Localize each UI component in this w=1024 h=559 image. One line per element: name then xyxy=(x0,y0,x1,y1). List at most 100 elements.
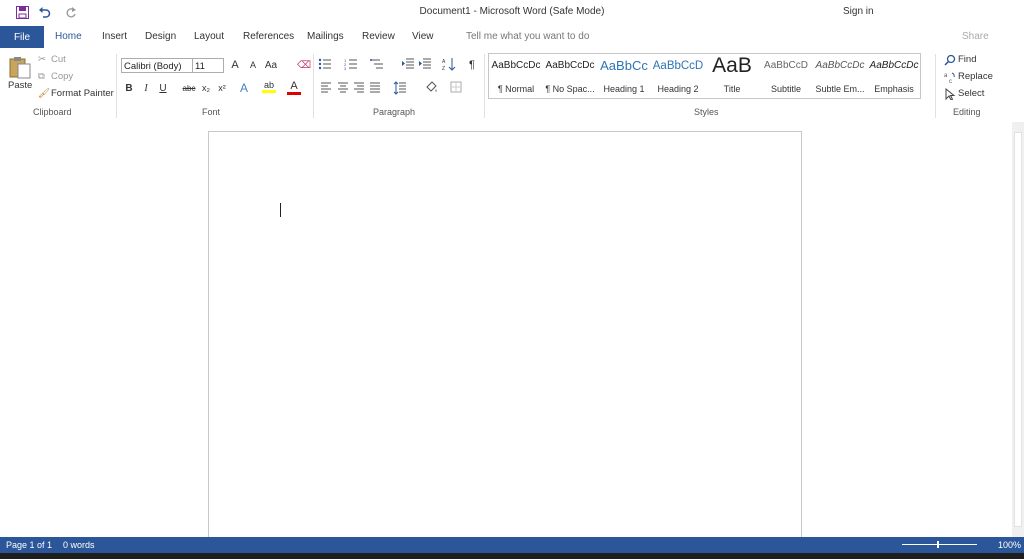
numbering-icon[interactable]: 123 xyxy=(344,57,360,73)
svg-text:c: c xyxy=(949,79,952,83)
format-painter-button[interactable]: Format Painter xyxy=(51,88,114,99)
style-subtitle[interactable]: AaBbCcD Subtitle xyxy=(759,54,813,98)
text-effects-button[interactable]: A xyxy=(237,81,251,95)
find-button[interactable]: Find xyxy=(958,54,976,65)
tell-me-search[interactable]: Tell me what you want to do xyxy=(466,31,589,42)
shading-icon[interactable] xyxy=(424,81,438,95)
tab-mailings[interactable]: Mailings xyxy=(307,31,344,42)
zoom-slider-thumb[interactable] xyxy=(937,541,939,548)
style-sample: AaBbCcD xyxy=(764,60,808,71)
italic-button[interactable]: I xyxy=(139,81,153,95)
tab-references[interactable]: References xyxy=(243,31,294,42)
superscript-button[interactable]: x² xyxy=(215,81,229,95)
cut-button[interactable]: Cut xyxy=(51,54,66,65)
svg-text:3: 3 xyxy=(344,66,347,71)
change-case-button[interactable]: Aa xyxy=(264,58,278,72)
style-sample: AaBbCcDc xyxy=(815,60,865,71)
find-icon[interactable] xyxy=(944,54,956,66)
tab-design[interactable]: Design xyxy=(145,31,176,42)
word-count[interactable]: 0 words xyxy=(63,540,95,550)
paragraph-group-label: Paragraph xyxy=(373,107,416,117)
font-group-label: Font xyxy=(202,107,221,117)
tab-review[interactable]: Review xyxy=(362,31,395,42)
share-button[interactable]: Share xyxy=(962,31,989,42)
sort-icon[interactable]: AZ xyxy=(442,57,458,73)
decrease-indent-icon[interactable] xyxy=(401,57,417,73)
grow-font-button[interactable]: A xyxy=(228,58,242,72)
highlight-button[interactable]: ab xyxy=(262,80,276,96)
svg-text:a: a xyxy=(944,73,948,79)
select-cursor-icon[interactable] xyxy=(944,87,956,101)
tab-home[interactable]: Home xyxy=(55,31,82,42)
style-sample: AaBbCcD xyxy=(652,60,704,72)
style-sample: AaB xyxy=(712,54,752,77)
taskbar xyxy=(0,553,1024,559)
editing-group-label: Editing xyxy=(953,107,981,117)
document-page[interactable] xyxy=(208,131,802,551)
style-heading-1[interactable]: AaBbCc Heading 1 xyxy=(597,54,651,98)
paste-button[interactable]: Paste xyxy=(8,80,32,91)
show-formatting-button[interactable]: ¶ xyxy=(465,58,479,72)
font-size-field[interactable]: 11 xyxy=(192,58,224,73)
align-left-icon[interactable] xyxy=(320,81,334,95)
svg-text:A: A xyxy=(442,59,446,65)
style-name: Title xyxy=(723,84,741,94)
tab-view[interactable]: View xyxy=(412,31,434,42)
separator xyxy=(935,54,936,118)
font-color-button[interactable]: A xyxy=(287,80,301,96)
style-name: ¶ Normal xyxy=(497,84,535,94)
scrollbar-thumb[interactable] xyxy=(1014,132,1022,527)
clear-formatting-icon[interactable]: ⌫ xyxy=(297,58,311,72)
style-title[interactable]: AaB Title xyxy=(705,54,759,98)
separator xyxy=(484,54,485,118)
borders-icon[interactable] xyxy=(450,81,464,95)
style-heading-2[interactable]: AaBbCcD Heading 2 xyxy=(651,54,705,98)
style-name: Heading 2 xyxy=(657,84,699,94)
align-right-icon[interactable] xyxy=(353,81,367,95)
zoom-level[interactable]: 100% xyxy=(998,540,1021,550)
font-name-field[interactable]: Calibri (Body) xyxy=(121,58,193,73)
separator xyxy=(313,54,314,118)
font-color-bar xyxy=(287,92,301,95)
format-painter-icon[interactable]: 🖌 xyxy=(38,88,50,99)
copy-button[interactable]: Copy xyxy=(51,71,73,82)
tab-file[interactable]: File xyxy=(0,26,44,48)
underline-button[interactable]: U xyxy=(156,81,170,95)
strikethrough-button[interactable]: abc xyxy=(180,81,198,95)
multilevel-list-icon[interactable] xyxy=(370,57,386,73)
bullets-icon[interactable] xyxy=(318,57,334,73)
style-name: ¶ No Spac... xyxy=(545,84,595,94)
subscript-button[interactable]: x₂ xyxy=(199,81,213,95)
tab-insert[interactable]: Insert xyxy=(102,31,127,42)
justify-icon[interactable] xyxy=(369,81,383,95)
bold-button[interactable]: B xyxy=(122,81,136,95)
line-spacing-icon[interactable] xyxy=(393,81,407,95)
cut-icon[interactable]: ✂ xyxy=(38,54,46,65)
zoom-slider[interactable] xyxy=(902,544,977,545)
style-sample: AaBbCcDc xyxy=(545,60,595,71)
style-normal[interactable]: AaBbCcDc ¶ Normal xyxy=(489,54,543,98)
replace-icon[interactable]: ac xyxy=(944,71,956,85)
tab-layout[interactable]: Layout xyxy=(194,31,224,42)
text-cursor xyxy=(280,203,281,217)
styles-group-label: Styles xyxy=(694,107,719,117)
increase-indent-icon[interactable] xyxy=(418,57,434,73)
style-name: Subtle Em... xyxy=(815,84,865,94)
sign-in-link[interactable]: Sign in xyxy=(843,6,874,17)
align-center-icon[interactable] xyxy=(337,81,351,95)
style-no-spacing[interactable]: AaBbCcDc ¶ No Spac... xyxy=(543,54,597,98)
style-name: Subtitle xyxy=(770,84,802,94)
shrink-font-button[interactable]: A xyxy=(246,58,260,72)
style-name: Emphasis xyxy=(874,84,914,94)
page-count[interactable]: Page 1 of 1 xyxy=(6,540,52,550)
font-color-label: A xyxy=(290,80,298,92)
style-emphasis[interactable]: AaBbCcDc Emphasis xyxy=(867,54,921,98)
status-bar xyxy=(0,537,1024,553)
paste-icon[interactable] xyxy=(8,55,32,79)
clipboard-group-label: Clipboard xyxy=(33,107,72,117)
copy-icon[interactable]: ⧉ xyxy=(38,71,45,82)
select-button[interactable]: Select xyxy=(958,88,984,99)
style-name: Heading 1 xyxy=(603,84,645,94)
style-subtle-emphasis[interactable]: AaBbCcDc Subtle Em... xyxy=(813,54,867,98)
replace-button[interactable]: Replace xyxy=(958,71,993,82)
